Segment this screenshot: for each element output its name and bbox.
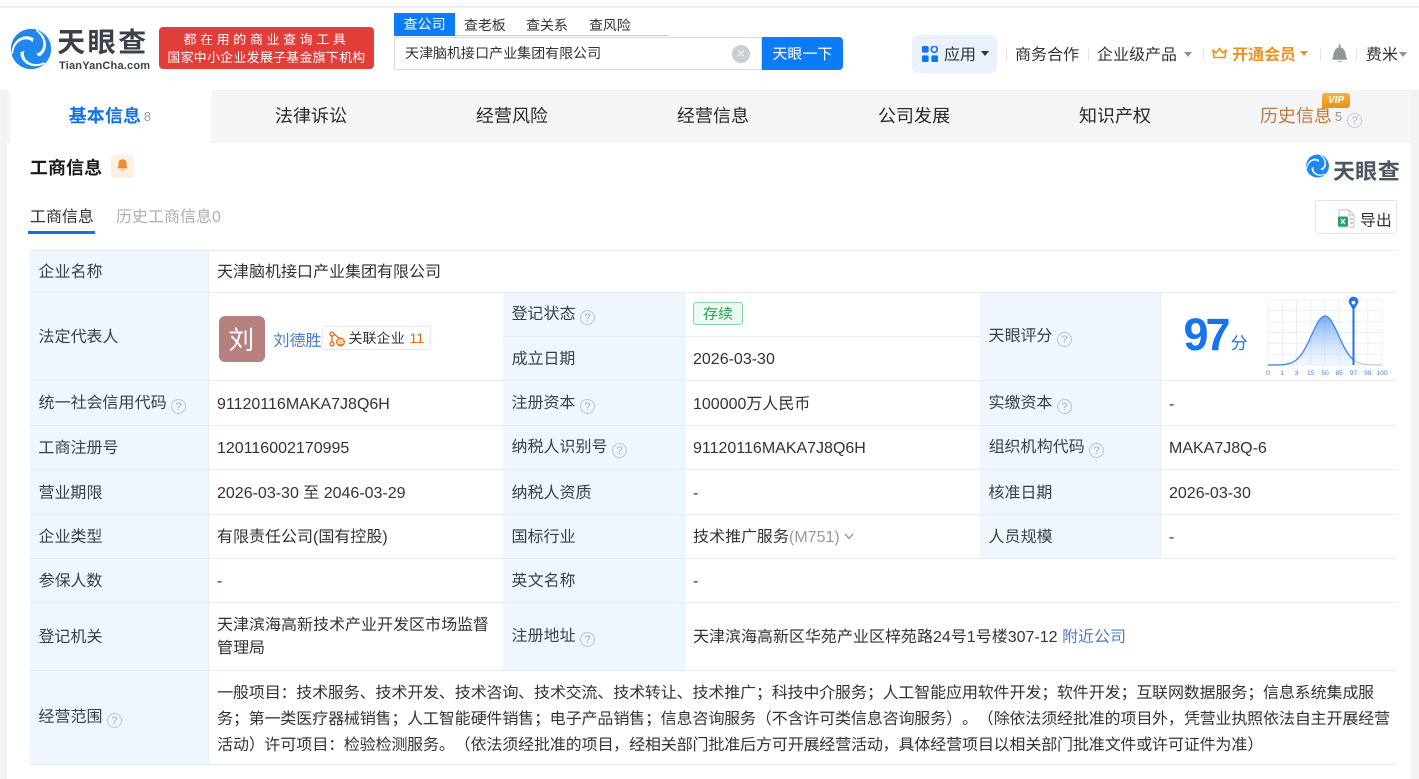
svg-text:85: 85 [1335, 370, 1343, 377]
svg-text:100: 100 [1376, 370, 1388, 377]
svg-text:15: 15 [1307, 370, 1315, 377]
svg-text:企: 企 [338, 338, 345, 347]
svg-text:3: 3 [1294, 370, 1298, 377]
svg-text:97: 97 [1349, 370, 1357, 377]
svg-text:0: 0 [1266, 370, 1270, 377]
svg-text:50: 50 [1321, 370, 1329, 377]
svg-text:1: 1 [1280, 370, 1284, 377]
svg-text:99: 99 [1364, 370, 1372, 377]
